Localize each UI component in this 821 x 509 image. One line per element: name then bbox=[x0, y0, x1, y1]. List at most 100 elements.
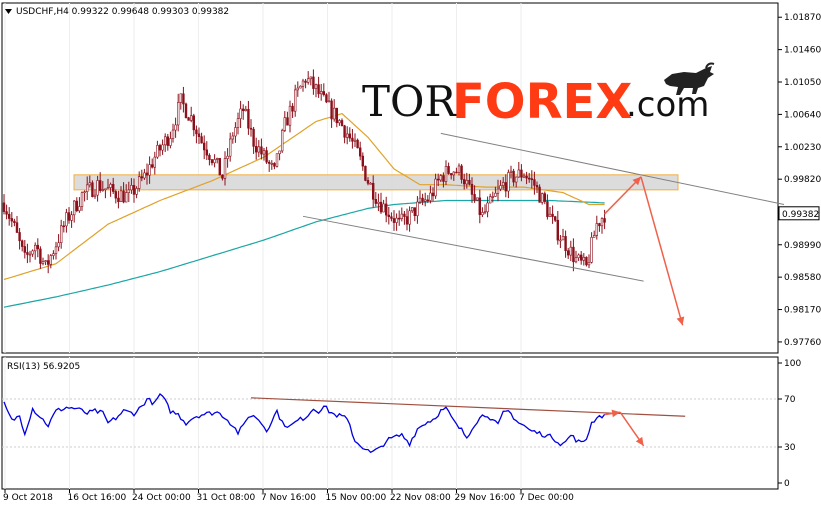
candle-body bbox=[403, 213, 406, 217]
candle-body bbox=[574, 257, 578, 263]
candle-body bbox=[421, 197, 424, 202]
candle-body bbox=[408, 210, 411, 225]
candle-body bbox=[400, 213, 403, 219]
candle-body bbox=[559, 239, 562, 242]
candle-body bbox=[473, 194, 476, 201]
candle-body bbox=[112, 184, 115, 192]
candle-body bbox=[491, 196, 494, 198]
candle-body bbox=[54, 246, 58, 254]
candle-body bbox=[234, 127, 237, 137]
candle-body bbox=[270, 163, 273, 165]
candle-body bbox=[88, 182, 92, 186]
candle-body bbox=[13, 220, 16, 223]
candle-body bbox=[15, 222, 19, 233]
candle-body bbox=[179, 93, 182, 103]
candle-body bbox=[356, 139, 359, 149]
time-tick-label: 31 Oct 08:00 bbox=[197, 493, 256, 503]
candle-body bbox=[468, 180, 471, 185]
candle-body bbox=[70, 214, 73, 221]
candle-body bbox=[312, 76, 315, 89]
candle-body bbox=[332, 107, 336, 120]
candle-body bbox=[236, 118, 240, 128]
current-price-tag: 0.99382 bbox=[778, 206, 820, 221]
candle-body bbox=[166, 136, 169, 146]
candle-body bbox=[200, 136, 203, 144]
candle-body bbox=[358, 147, 362, 157]
candle-body bbox=[439, 175, 442, 181]
candle-body bbox=[62, 225, 66, 228]
candle-body bbox=[247, 109, 250, 129]
time-tick-label: 7 Dec 00:00 bbox=[519, 493, 574, 503]
candle-body bbox=[501, 182, 505, 186]
candle-body bbox=[265, 150, 268, 163]
candle-body bbox=[314, 84, 318, 89]
candle-body bbox=[99, 180, 102, 191]
candle-body bbox=[151, 164, 154, 168]
price-tick-label: 0.98990 bbox=[784, 241, 821, 251]
candle-body bbox=[572, 246, 575, 263]
time-tick-label: 7 Nov 16:00 bbox=[261, 493, 316, 503]
rsi-panel bbox=[1, 356, 779, 490]
candle-body bbox=[442, 175, 445, 182]
candle-body bbox=[546, 201, 549, 217]
candle-body bbox=[579, 254, 583, 261]
candle-body bbox=[343, 125, 346, 138]
candle-body bbox=[377, 201, 380, 204]
candle-body bbox=[325, 94, 328, 103]
price-tick-label: 0.99820 bbox=[784, 175, 821, 185]
candle-body bbox=[522, 175, 526, 178]
candle-body bbox=[210, 159, 214, 164]
candle-body bbox=[494, 192, 497, 197]
candle-body bbox=[18, 232, 21, 242]
price-tick-label: 1.01870 bbox=[784, 13, 821, 23]
candle-body bbox=[174, 124, 177, 131]
time-axis: 9 Oct 2018 16 Oct 16:00 24 Oct 00:00 31 Oct… bbox=[3, 489, 574, 503]
candle-body bbox=[156, 145, 159, 158]
candle-body bbox=[125, 192, 128, 203]
candle-body bbox=[330, 100, 333, 120]
candle-body bbox=[148, 164, 151, 176]
candle-body bbox=[410, 207, 414, 212]
candle-body bbox=[462, 179, 466, 185]
candle-body bbox=[260, 146, 263, 155]
candle-body bbox=[478, 197, 481, 216]
candle-body bbox=[364, 165, 367, 181]
candle-body bbox=[447, 166, 450, 174]
candle-body bbox=[262, 150, 266, 155]
candle-body bbox=[117, 197, 120, 203]
candle-body bbox=[379, 201, 383, 213]
candle-body bbox=[569, 246, 573, 256]
candle-body bbox=[530, 178, 534, 181]
candle-body bbox=[52, 253, 55, 256]
candle-body bbox=[153, 156, 156, 168]
candle-body bbox=[57, 242, 60, 248]
candle-body bbox=[592, 235, 596, 238]
candle-body bbox=[208, 154, 211, 160]
candle-body bbox=[382, 203, 385, 213]
candle-body bbox=[135, 188, 138, 195]
candle-body bbox=[585, 256, 588, 266]
candle-body bbox=[434, 178, 437, 197]
candle-body bbox=[293, 89, 297, 112]
rsi-header: RSI(13) 56.9205 bbox=[7, 362, 80, 372]
candle-body bbox=[551, 213, 554, 217]
candle-body bbox=[374, 199, 377, 204]
candle-body bbox=[335, 107, 338, 124]
candle-body bbox=[67, 212, 71, 221]
time-tick-label: 15 Nov 00:00 bbox=[326, 493, 387, 503]
brand-tor-text: TOR bbox=[362, 77, 457, 126]
candle-body bbox=[514, 176, 518, 183]
candle-body bbox=[242, 108, 245, 112]
candle-body bbox=[101, 189, 105, 191]
candle-body bbox=[416, 201, 419, 216]
candle-body bbox=[561, 236, 565, 241]
candle-body bbox=[319, 91, 323, 95]
candle-body bbox=[390, 216, 393, 219]
candle-body bbox=[59, 225, 63, 243]
candle-body bbox=[603, 218, 606, 223]
candle-body bbox=[190, 115, 193, 121]
candle-body bbox=[33, 244, 37, 252]
candle-body bbox=[397, 217, 401, 220]
candle-body bbox=[429, 192, 432, 201]
candle-body bbox=[535, 185, 539, 188]
